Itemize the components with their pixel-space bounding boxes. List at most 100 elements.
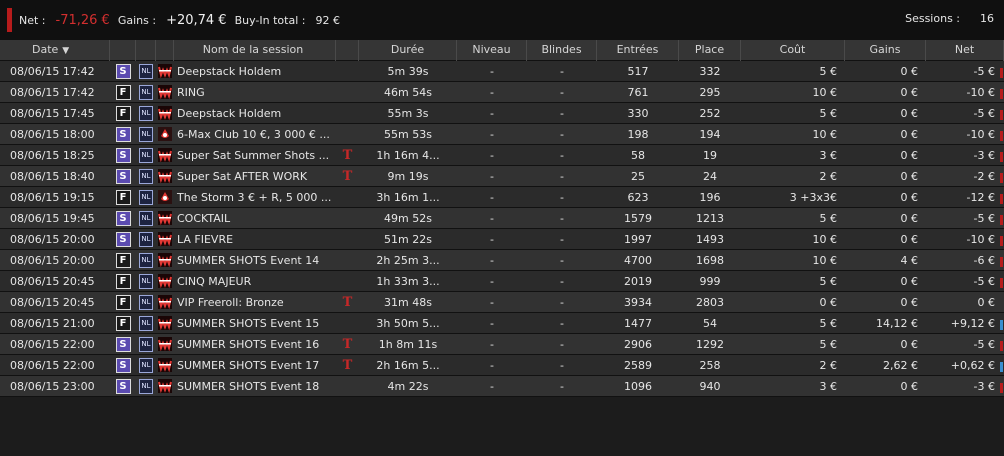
- buyin-total: 92 €: [315, 14, 340, 27]
- cell-gains: 0 €: [900, 295, 919, 309]
- cell-place: 194: [699, 127, 721, 141]
- table-row[interactable]: 08/06/15 20:45 F NL CINQ MAJEUR 1h 33m 3... -…: [0, 271, 1004, 292]
- cell-net: -2 €: [926, 170, 1004, 183]
- session-type-badge: F: [115, 105, 131, 121]
- cell-duration: 51m 22s: [384, 232, 432, 246]
- table-row[interactable]: 08/06/15 20:45 F NL VIP Freeroll: Bronze T 31…: [0, 292, 1004, 313]
- cell-gains: 14,12 €: [876, 316, 918, 330]
- limit-badge: NL: [139, 378, 153, 394]
- cell-limit: NL: [136, 126, 156, 142]
- column-header-place[interactable]: Place: [679, 39, 741, 61]
- cell-flag: T: [336, 169, 359, 184]
- column-header-level[interactable]: Niveau: [457, 39, 527, 61]
- cell-room: [156, 358, 174, 372]
- winamax-icon: [158, 379, 172, 393]
- table-row[interactable]: 08/06/15 18:25 S NL Super Sat Summer Shots …: [0, 145, 1004, 166]
- column-header-type[interactable]: [110, 39, 136, 61]
- cell-room: [156, 64, 174, 78]
- result-indicator: [1000, 151, 1003, 162]
- column-header-date[interactable]: Date ▼: [0, 39, 110, 61]
- cell-room: [156, 274, 174, 288]
- table-row[interactable]: 08/06/15 19:15 F NL The Storm 3 € + R, 5 00…: [0, 187, 1004, 208]
- column-header-flag[interactable]: [336, 39, 359, 61]
- result-indicator: [1000, 382, 1003, 393]
- cell-cost: 3 +3x3€: [789, 190, 837, 204]
- net-value: -10 €: [966, 232, 995, 246]
- cell-entries: 517: [627, 64, 649, 78]
- cell-level: -: [490, 253, 494, 267]
- cell-duration: 3h 50m 5...: [376, 316, 440, 330]
- table-row[interactable]: 08/06/15 22:00 S NL SUMMER SHOTS Event 16 T 1…: [0, 334, 1004, 355]
- column-header-cost[interactable]: Coût: [741, 39, 845, 61]
- summary-accent: [7, 8, 12, 32]
- cell-place: 258: [699, 358, 721, 372]
- table-row[interactable]: 08/06/15 22:00 S NL SUMMER SHOTS Event 17 T 2…: [0, 355, 1004, 376]
- cell-place: 2803: [696, 295, 724, 309]
- cell-date: 08/06/15 23:00: [10, 379, 95, 393]
- cell-blinds: -: [560, 85, 564, 99]
- cell-cost: 2 €: [819, 358, 838, 372]
- limit-badge: NL: [139, 231, 153, 247]
- cell-net: -6 €: [926, 254, 1004, 267]
- cell-entries: 1477: [624, 316, 652, 330]
- table-row[interactable]: 08/06/15 20:00 F NL SUMMER SHOTS Event 14 2h…: [0, 250, 1004, 271]
- cell-gains: 0 €: [900, 211, 919, 225]
- cell-level: -: [490, 337, 494, 351]
- ticket-icon: T: [342, 294, 353, 310]
- column-header-blinds[interactable]: Blindes: [527, 39, 597, 61]
- table-row[interactable]: 08/06/15 20:00 S NL LA FIEVRE 51m 22s - - 1997 1…: [0, 229, 1004, 250]
- cell-cost: 5 €: [819, 316, 838, 330]
- ticket-icon: T: [342, 336, 353, 352]
- cell-duration: 55m 3s: [387, 106, 429, 120]
- cell-entries: 25: [631, 169, 645, 183]
- column-header-limit[interactable]: [136, 39, 156, 61]
- cell-level: -: [490, 379, 494, 393]
- sort-desc-icon: ▼: [62, 45, 70, 56]
- buyin-label: Buy-In total :: [234, 14, 306, 27]
- cell-level: -: [490, 190, 494, 204]
- net-value: -5 €: [973, 64, 995, 78]
- column-header-entries[interactable]: Entrées: [597, 39, 679, 61]
- column-header-duration[interactable]: Durée: [359, 39, 457, 61]
- column-header-gains[interactable]: Gains: [845, 39, 926, 61]
- cell-net: -10 €: [926, 128, 1004, 141]
- cell-cost: 10 €: [812, 253, 838, 267]
- table-row[interactable]: 08/06/15 23:00 S NL SUMMER SHOTS Event 18 4m…: [0, 376, 1004, 397]
- cell-net: -5 €: [926, 65, 1004, 78]
- cell-room: [156, 316, 174, 330]
- result-indicator: [1000, 235, 1003, 246]
- cell-cost: 10 €: [812, 127, 838, 141]
- limit-badge: NL: [139, 252, 153, 268]
- winamax-icon: [158, 295, 172, 309]
- table-row[interactable]: 08/06/15 17:45 F NL Deepstack Holdem 55m 3s -…: [0, 103, 1004, 124]
- cell-session-name: The Storm 3 € + R, 5 000 ...: [177, 190, 332, 204]
- cell-type: F: [110, 84, 136, 100]
- cell-session-name: Deepstack Holdem: [177, 106, 282, 120]
- winamax-icon: [158, 85, 172, 99]
- table-row[interactable]: 08/06/15 17:42 S NL Deepstack Holdem 5m 39s -…: [0, 61, 1004, 82]
- table-row[interactable]: 08/06/15 19:45 S NL COCKTAIL 49m 52s - - 1579 12…: [0, 208, 1004, 229]
- column-header-net[interactable]: Net: [926, 39, 1004, 61]
- table-row[interactable]: 08/06/15 18:00 S NL 6-Max Club 10 €, 3 000 …: [0, 124, 1004, 145]
- cell-type: S: [110, 147, 136, 163]
- net-value: +9,12 €: [950, 316, 995, 330]
- result-indicator: [1000, 319, 1003, 330]
- sessions-value: 16: [980, 12, 994, 25]
- cell-blinds: -: [560, 337, 564, 351]
- cell-date: 08/06/15 18:40: [10, 169, 95, 183]
- table-row[interactable]: 08/06/15 21:00 F NL SUMMER SHOTS Event 15 3h…: [0, 313, 1004, 334]
- cell-date: 08/06/15 19:45: [10, 211, 95, 225]
- cell-blinds: -: [560, 148, 564, 162]
- cell-session-name: SUMMER SHOTS Event 14: [177, 253, 320, 267]
- winamax-icon: [158, 106, 172, 120]
- table-row[interactable]: 08/06/15 17:42 F NL RING 46m 54s - - 761 295 10 €…: [0, 82, 1004, 103]
- result-indicator: [1000, 130, 1003, 141]
- column-header-name[interactable]: Nom de la session: [174, 39, 336, 61]
- cell-room: [156, 85, 174, 99]
- cell-cost: 10 €: [812, 232, 838, 246]
- table-row[interactable]: 08/06/15 18:40 S NL Super Sat AFTER WORK T 9m…: [0, 166, 1004, 187]
- column-header-room[interactable]: [156, 39, 174, 61]
- session-type-badge: S: [115, 210, 131, 226]
- cell-level: -: [490, 106, 494, 120]
- pokerstars-icon: [158, 127, 172, 141]
